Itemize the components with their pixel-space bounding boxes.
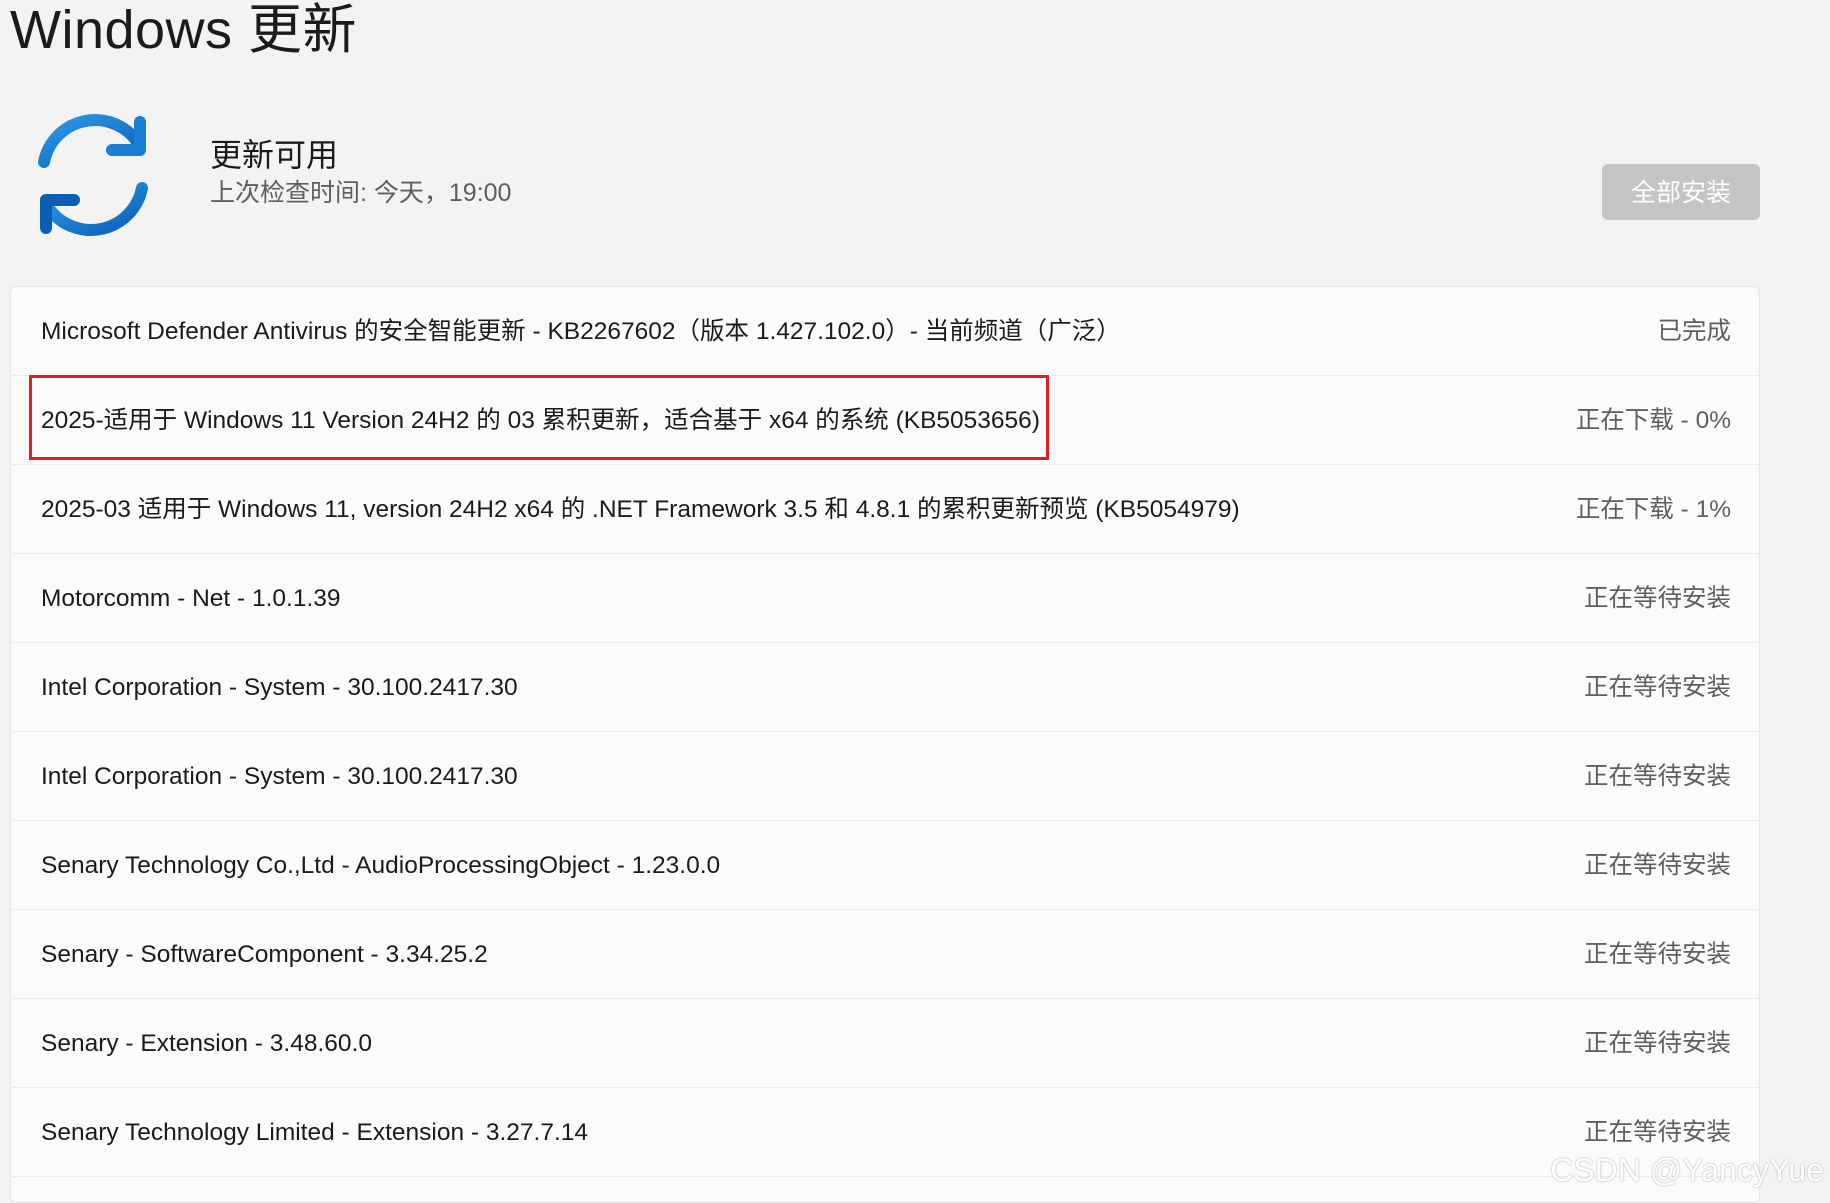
update-status: 正在下载 - 0% — [1575, 407, 1731, 434]
update-status: 正在等待安装 — [1584, 941, 1731, 968]
update-row: 2025-适用于 Windows 11 Version 24H2 的 03 累积… — [11, 376, 1759, 465]
update-name: Senary - SoftwareComponent - 3.34.25.2 — [41, 941, 488, 968]
update-row: Intel Corporation - System - 30.100.2417… — [11, 732, 1759, 821]
update-name: Senary - Extension - 3.48.60.0 — [41, 1030, 372, 1057]
update-name: Motorcomm - Net - 1.0.1.39 — [41, 585, 341, 612]
update-row: 2025-03 适用于 Windows 11, version 24H2 x64… — [11, 465, 1759, 554]
install-all-button[interactable]: 全部安装 — [1602, 164, 1760, 220]
update-status: 正在下载 - 1% — [1575, 496, 1731, 523]
update-name: Senary Technology Limited - Extension - … — [41, 1119, 589, 1146]
update-row: Senary - Extension - 3.48.60.0 正在等待安装 — [11, 999, 1759, 1088]
update-status: 正在等待安装 — [1584, 674, 1731, 701]
update-status-block: 更新可用 上次检查时间: 今天，19:00 — [28, 110, 1758, 250]
update-name: Intel Corporation - System - 30.100.2417… — [41, 763, 518, 790]
update-status: 正在等待安装 — [1584, 852, 1731, 879]
update-name: Intel Corporation - System - 30.100.2417… — [41, 674, 518, 701]
update-status: 正在等待安装 — [1584, 763, 1731, 790]
update-row: Senary Technology Co.,Ltd - AudioProcess… — [11, 821, 1759, 910]
update-status: 正在等待安装 — [1584, 585, 1731, 612]
page-title: Windows 更新 — [10, 0, 358, 60]
last-checked-text: 上次检查时间: 今天，19:00 — [210, 179, 512, 207]
watermark: CSDN @YancyYue — [1550, 1152, 1824, 1188]
update-row: Motorcomm - Net - 1.0.1.39 正在等待安装 — [11, 554, 1759, 643]
update-name: 2025-适用于 Windows 11 Version 24H2 的 03 累积… — [41, 407, 1040, 434]
update-row: Intel Corporation - System - 30.100.2417… — [11, 643, 1759, 732]
update-row: Microsoft Defender Antivirus 的安全智能更新 - K… — [11, 287, 1759, 376]
update-status: 已完成 — [1657, 318, 1732, 345]
update-name: Senary Technology Co.,Ltd - AudioProcess… — [41, 852, 721, 879]
sync-icon — [28, 110, 158, 240]
update-row: Senary Technology Limited - Extension - … — [11, 1088, 1759, 1177]
update-name: Microsoft Defender Antivirus 的安全智能更新 - K… — [41, 318, 1121, 345]
status-title: 更新可用 — [210, 137, 339, 173]
update-status: 正在等待安装 — [1584, 1030, 1731, 1057]
update-list: Microsoft Defender Antivirus 的安全智能更新 - K… — [10, 286, 1760, 1203]
update-name: 2025-03 适用于 Windows 11, version 24H2 x64… — [41, 496, 1240, 523]
update-row: Senary - SoftwareComponent - 3.34.25.2 正… — [11, 910, 1759, 999]
